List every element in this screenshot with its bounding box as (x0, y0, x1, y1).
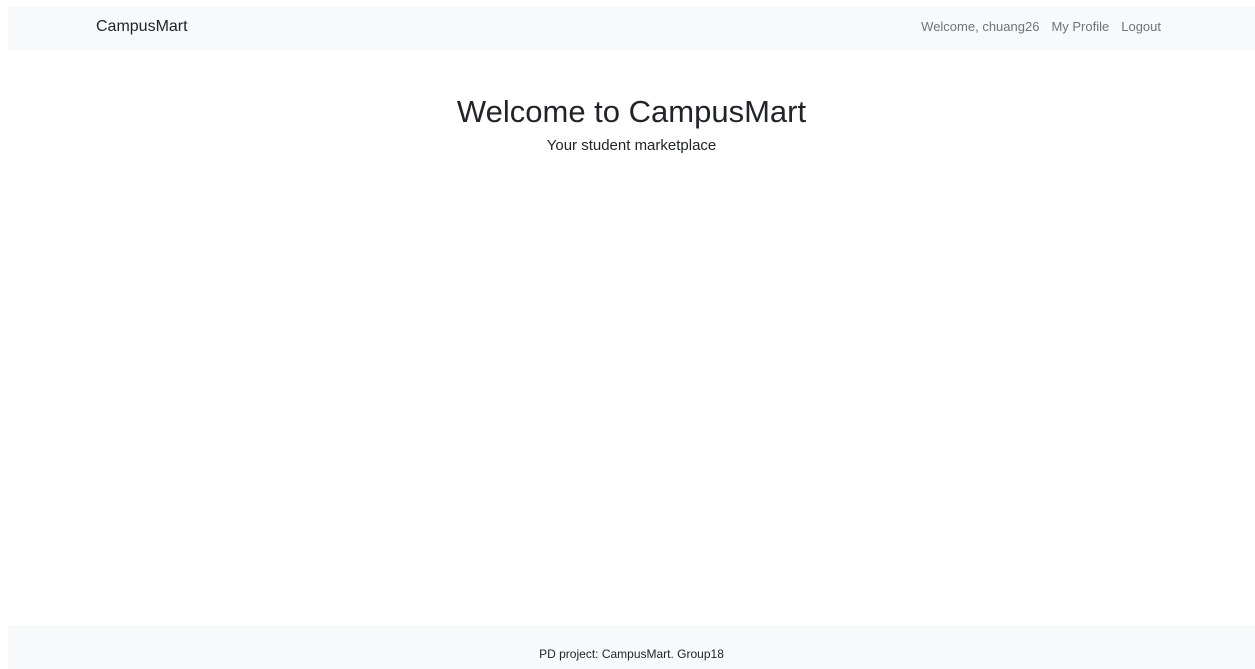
navbar-right: Welcome, chuang26 My Profile Logout (921, 18, 1161, 36)
welcome-text: Welcome, chuang26 (921, 19, 1040, 34)
footer-text: PD project: CampusMart. Group18 (539, 647, 724, 661)
my-profile-link[interactable]: My Profile (1051, 18, 1109, 36)
hero-section: Welcome to CampusMart Your student marke… (0, 92, 1255, 156)
page: CampusMart Welcome, chuang26 My Profile … (0, 0, 1255, 669)
navbar: CampusMart Welcome, chuang26 My Profile … (8, 6, 1255, 51)
page-title: Welcome to CampusMart (456, 94, 807, 129)
brand-link[interactable]: CampusMart (96, 17, 188, 37)
footer: PD project: CampusMart. Group18 (8, 625, 1255, 669)
logout-link[interactable]: Logout (1121, 18, 1161, 36)
page-subtitle: Your student marketplace (546, 137, 717, 154)
